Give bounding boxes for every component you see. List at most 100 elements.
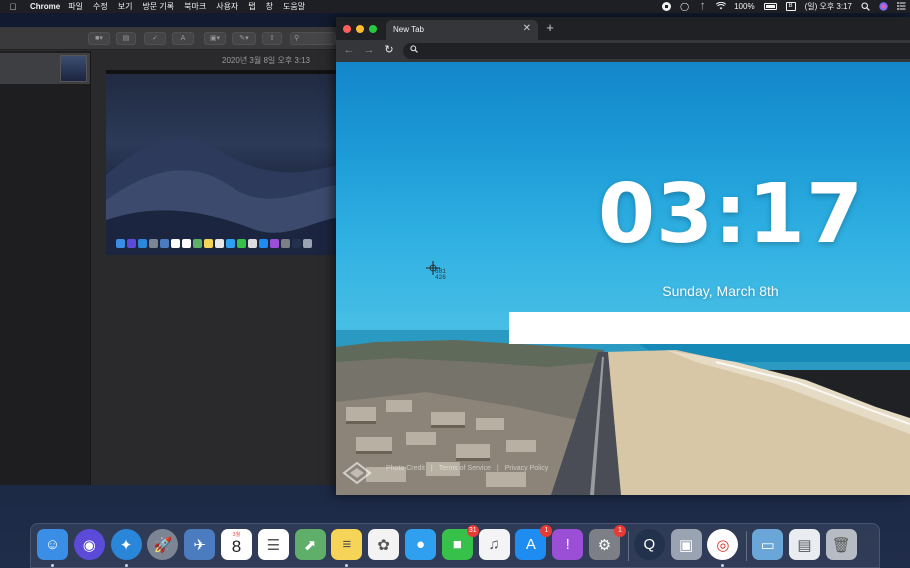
- omnibox-search-icon: [410, 45, 418, 55]
- markup-icon[interactable]: ✎▾: [232, 32, 256, 45]
- battery-icon[interactable]: [763, 3, 777, 10]
- finder-icon[interactable]: ☺: [37, 529, 68, 560]
- screenshot-icon[interactable]: ◯: [680, 2, 689, 11]
- reload-button[interactable]: ↻: [382, 43, 396, 58]
- new-tab-button[interactable]: +: [543, 20, 557, 35]
- apple-icon[interactable]: : [4, 2, 22, 12]
- quicktime-icon[interactable]: Q: [633, 529, 665, 560]
- zoom-window-button[interactable]: [369, 25, 377, 33]
- minimize-window-button[interactable]: [356, 25, 364, 33]
- layout-icon[interactable]: ▣▾: [204, 32, 226, 45]
- tab-close-icon[interactable]: ✕: [523, 23, 531, 34]
- tab-strip: New Tab ✕ +: [336, 17, 910, 40]
- battery-percent: 100%: [734, 2, 755, 11]
- launchpad-icon[interactable]: 🚀: [147, 529, 179, 560]
- new-tab-page: 03:17 Sunday, March 8th Photo Credit | T…: [336, 62, 910, 495]
- safari-icon[interactable]: ✦: [110, 529, 142, 560]
- calendar-day: 8: [231, 537, 242, 556]
- running-indicator: [124, 564, 128, 567]
- menu-app-name[interactable]: Chrome: [30, 2, 60, 11]
- viewer-sidebar: [0, 51, 91, 485]
- capture-preview-image: [106, 70, 336, 255]
- share-icon[interactable]: ⇧: [262, 32, 282, 45]
- ntp-logo-icon: [342, 461, 372, 485]
- maps-icon[interactable]: ⬈: [294, 529, 326, 560]
- browser-toolbar: ← → ↻: [336, 40, 910, 62]
- notes-icon[interactable]: ≡: [331, 529, 363, 560]
- viewer-toolbar: ■▾ ▤ ✓ A ▣▾ ✎▾ ⇧ ⚲: [0, 27, 336, 50]
- tab-new-tab[interactable]: New Tab ✕: [386, 20, 538, 40]
- crosshair-cursor: 681 426: [426, 261, 446, 281]
- screen-record-icon[interactable]: [662, 2, 672, 11]
- screenshot-viewer-window: ■▾ ▤ ✓ A ▣▾ ✎▾ ⇧ ⚲ 2020년 3월 8일 오후 3:13: [0, 27, 336, 485]
- photo-credit-link[interactable]: Photo Credit: [386, 465, 425, 472]
- notification-badge: 1: [614, 525, 626, 537]
- footer-separator: |: [496, 465, 499, 472]
- preview-icon[interactable]: ✈: [184, 529, 216, 560]
- menu-bookmarks[interactable]: 북마크: [184, 1, 206, 12]
- mini-menubar: [106, 70, 336, 74]
- close-window-button[interactable]: [343, 25, 351, 33]
- cursor-y: 426: [435, 274, 446, 281]
- check-circle-icon[interactable]: ✓: [144, 32, 166, 45]
- address-input[interactable]: [423, 45, 893, 57]
- ntp-clock: 03:17: [598, 167, 865, 262]
- notification-center-icon[interactable]: [897, 2, 906, 11]
- image-capture-icon[interactable]: ▣: [670, 529, 702, 560]
- bluetooth-icon[interactable]: ᛏ: [698, 2, 707, 11]
- document-stack-icon[interactable]: ▤: [789, 529, 820, 560]
- capture-date: 2020년 3월 8일 오후 3:13: [222, 56, 310, 65]
- tab-title: New Tab: [393, 25, 424, 34]
- siri-icon[interactable]: [879, 2, 888, 11]
- menu-window[interactable]: 창: [266, 1, 273, 12]
- dock: ☺ ◉ ✦ 🚀 ✈ 3월 8 ☰ ⬈ ≡ ✿ ● ■ 31 ♫ A 1! ⚙ 1 Q ▣ ◎ ▭ ▤ 🗑: [30, 523, 880, 568]
- wifi-icon[interactable]: [715, 1, 727, 11]
- dock-separator: [746, 531, 748, 561]
- menu-people[interactable]: 사용자: [216, 1, 238, 12]
- menu-help[interactable]: 도움말: [283, 1, 305, 12]
- folder-icon[interactable]: ▭: [752, 529, 784, 560]
- menubar-clock[interactable]: (일) 오후 3:17: [805, 1, 852, 12]
- back-button[interactable]: ←: [342, 43, 356, 58]
- search-icon[interactable]: ⚲: [290, 32, 336, 45]
- running-indicator: [721, 564, 725, 567]
- display-icon[interactable]: ▤: [116, 32, 136, 45]
- status-menus: ◯ ᛏ 100% B (일) 오후 3:17: [662, 1, 906, 12]
- ntp-footer: Photo Credit | Terms of Service | Privac…: [386, 465, 548, 472]
- omnibox[interactable]: [403, 43, 910, 59]
- running-indicator: [51, 564, 54, 567]
- music-icon[interactable]: ♫: [478, 529, 510, 560]
- forward-button[interactable]: →: [362, 43, 376, 58]
- menu-bar:  Chrome 파일 수정 보기 방문 기록 북마크 사용자 탭 창 도움말 …: [0, 0, 910, 13]
- privacy-link[interactable]: Privacy Policy: [505, 465, 549, 472]
- facetime-icon[interactable]: ■ 31: [441, 525, 479, 560]
- feedback-icon[interactable]: !: [552, 529, 584, 560]
- dunes-graphic: [106, 138, 336, 255]
- trash-icon[interactable]: 🗑: [825, 529, 857, 560]
- sidebar-thumbnail[interactable]: [0, 53, 90, 84]
- reminders-icon[interactable]: ☰: [257, 529, 289, 560]
- system-preferences-icon[interactable]: ⚙ 1: [589, 525, 626, 560]
- calendar-icon[interactable]: 3월 8: [221, 529, 252, 560]
- notification-badge: 31: [466, 525, 479, 537]
- menu-edit[interactable]: 수정: [93, 1, 108, 12]
- lock-icon[interactable]: ■▾: [88, 32, 110, 45]
- photos-icon[interactable]: ✿: [368, 529, 400, 560]
- font-icon[interactable]: A: [172, 32, 194, 45]
- running-indicator: [345, 564, 349, 567]
- app-store-icon[interactable]: A1: [515, 525, 553, 560]
- spotlight-icon[interactable]: [861, 2, 870, 11]
- siri-icon[interactable]: ◉: [73, 529, 105, 560]
- ntp-date: Sunday, March 8th: [662, 283, 779, 299]
- beach-landscape-image: [336, 330, 910, 495]
- menu-file[interactable]: 파일: [68, 1, 83, 12]
- input-source-icon[interactable]: B: [785, 2, 796, 11]
- menu-view[interactable]: 보기: [118, 1, 133, 12]
- menu-history[interactable]: 방문 기록: [142, 1, 174, 12]
- messages-icon[interactable]: ●: [405, 529, 436, 560]
- cursor-coordinates: 681 426: [435, 269, 446, 281]
- chrome-icon[interactable]: ◎: [707, 529, 739, 560]
- terms-link[interactable]: Terms of Service: [439, 465, 491, 472]
- menu-tab[interactable]: 탭: [248, 1, 255, 12]
- ntp-search-input[interactable]: [509, 312, 910, 344]
